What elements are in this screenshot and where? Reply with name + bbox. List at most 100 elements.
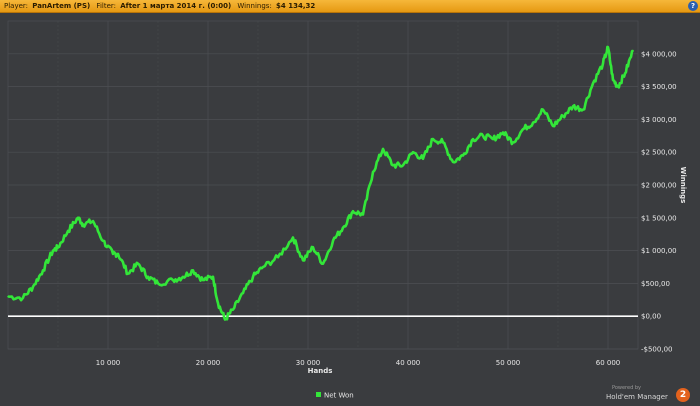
- net-won-data-point: [382, 148, 384, 150]
- net-won-data-point: [157, 282, 159, 285]
- y-tick-label: $2 000,00: [641, 182, 677, 190]
- x-tick-label: 20 000: [196, 359, 221, 367]
- net-won-data-point: [67, 230, 69, 232]
- x-tick-labels: 10 000 20 000 30 000 40 000 50 000 60 000: [96, 359, 621, 367]
- net-won-data-point: [462, 154, 464, 157]
- net-won-data-point: [242, 292, 244, 295]
- net-won-data-point: [512, 141, 514, 144]
- x-tick-label: 10 000: [96, 359, 121, 367]
- net-won-data-point: [352, 210, 354, 213]
- question-icon[interactable]: ?: [688, 1, 698, 11]
- net-won-series-line[interactable]: [7, 45, 634, 321]
- net-won-data-point: [224, 318, 226, 321]
- net-won-data-point: [432, 138, 434, 140]
- net-won-data-point: [212, 276, 214, 278]
- net-won-data-point: [127, 272, 129, 275]
- net-won-data-point: [117, 253, 119, 255]
- series-layer: [7, 45, 634, 321]
- net-won-data-point: [302, 259, 304, 262]
- net-won-data-point: [502, 131, 504, 134]
- legend-label: Net Won: [324, 392, 354, 400]
- net-won-data-point: [52, 249, 54, 252]
- net-won-data-point: [562, 115, 564, 117]
- product-logo-text: Hold'em Manager: [606, 393, 668, 401]
- y-tick-label: $1 000,00: [641, 247, 677, 255]
- net-won-data-point: [617, 85, 619, 88]
- hm2-logo-icon: 2: [676, 388, 690, 402]
- net-won-data-point: [472, 138, 474, 140]
- net-won-data-point: [332, 239, 334, 242]
- y-axis-label: Winnings: [679, 167, 687, 204]
- x-tick-label: 30 000: [296, 359, 321, 367]
- net-won-data-point: [262, 266, 264, 268]
- net-won-data-point: [137, 262, 139, 265]
- x-axis-label: Hands: [308, 367, 333, 375]
- net-won-data-point: [607, 46, 609, 49]
- net-won-data-point: [217, 302, 219, 304]
- net-won-data-point: [492, 138, 494, 140]
- net-won-data-point: [252, 276, 254, 278]
- net-won-data-point: [192, 269, 194, 272]
- net-won-data-point: [292, 236, 294, 239]
- filter-value[interactable]: After 1 марта 2014 г. (0:00): [120, 0, 231, 12]
- net-won-data-point: [392, 164, 394, 167]
- net-won-data-point: [412, 151, 414, 153]
- net-won-data-point: [442, 141, 444, 144]
- net-won-data-point: [452, 161, 454, 163]
- net-won-data-point: [42, 269, 44, 272]
- filter-header-bar: Player: PanArtem (PS) Filter: After 1 ма…: [0, 0, 700, 13]
- net-won-data-point: [532, 121, 534, 124]
- y-tick-label: $0,00: [641, 313, 661, 321]
- net-won-data-point: [542, 108, 544, 111]
- net-won-data-point: [92, 220, 94, 222]
- net-won-data-point: [32, 285, 34, 288]
- net-won-data-point: [592, 82, 594, 85]
- net-won-data-point: [112, 253, 114, 255]
- net-won-data-point: [277, 256, 279, 258]
- net-won-data-point: [172, 279, 174, 281]
- net-won-data-point: [552, 125, 554, 127]
- net-won-data-point: [7, 295, 9, 298]
- player-value: PanArtem (PS): [32, 2, 91, 10]
- net-won-data-point: [342, 226, 344, 229]
- net-won-data-point: [77, 217, 79, 219]
- x-tick-label: 60 000: [596, 359, 621, 367]
- net-won-data-point: [82, 223, 84, 226]
- winnings-value: $4 134,32: [276, 2, 316, 10]
- y-tick-label: $1 500,00: [641, 214, 677, 222]
- net-won-data-point: [362, 213, 364, 216]
- player-label: Player:: [4, 2, 29, 10]
- net-won-data-point: [582, 108, 584, 111]
- net-won-data-point: [57, 246, 59, 249]
- net-won-data-point: [202, 279, 204, 281]
- x-tick-label: 40 000: [396, 359, 421, 367]
- y-tick-label: $3 500,00: [641, 83, 677, 91]
- chart-legend[interactable]: Net Won: [316, 392, 354, 400]
- net-won-data-point: [602, 62, 604, 65]
- y-tick-label: -$500,00: [641, 346, 672, 354]
- y-tick-label: $2 500,00: [641, 149, 677, 157]
- net-won-data-point: [422, 157, 424, 160]
- net-won-data-point: [147, 276, 149, 278]
- net-won-data-point: [612, 79, 614, 81]
- winnings-chart: 10 000 20 000 30 000 40 000 50 000 60 000 -$5…: [7, 20, 687, 400]
- net-won-data-point: [632, 49, 634, 52]
- y-tick-label: $500,00: [641, 280, 670, 288]
- y-tick-label: $4 000,00: [641, 50, 677, 58]
- net-won-data-point: [482, 135, 484, 137]
- net-won-data-point: [522, 128, 524, 131]
- legend-swatch: [316, 392, 321, 397]
- net-won-data-point: [232, 308, 234, 311]
- net-won-data-point: [322, 262, 324, 265]
- x-tick-label: 50 000: [496, 359, 521, 367]
- winnings-label: Winnings:: [237, 2, 272, 10]
- net-won-data-point: [102, 239, 104, 242]
- chart-grid: [7, 20, 639, 350]
- net-won-data-point: [402, 164, 404, 167]
- filter-label: Filter:: [96, 2, 116, 10]
- net-won-data-point: [22, 297, 24, 299]
- net-won-data-point: [182, 276, 184, 278]
- powered-by-text: Powered by: [612, 385, 641, 391]
- net-won-data-point: [312, 246, 314, 249]
- y-tick-label: $3 000,00: [641, 116, 677, 124]
